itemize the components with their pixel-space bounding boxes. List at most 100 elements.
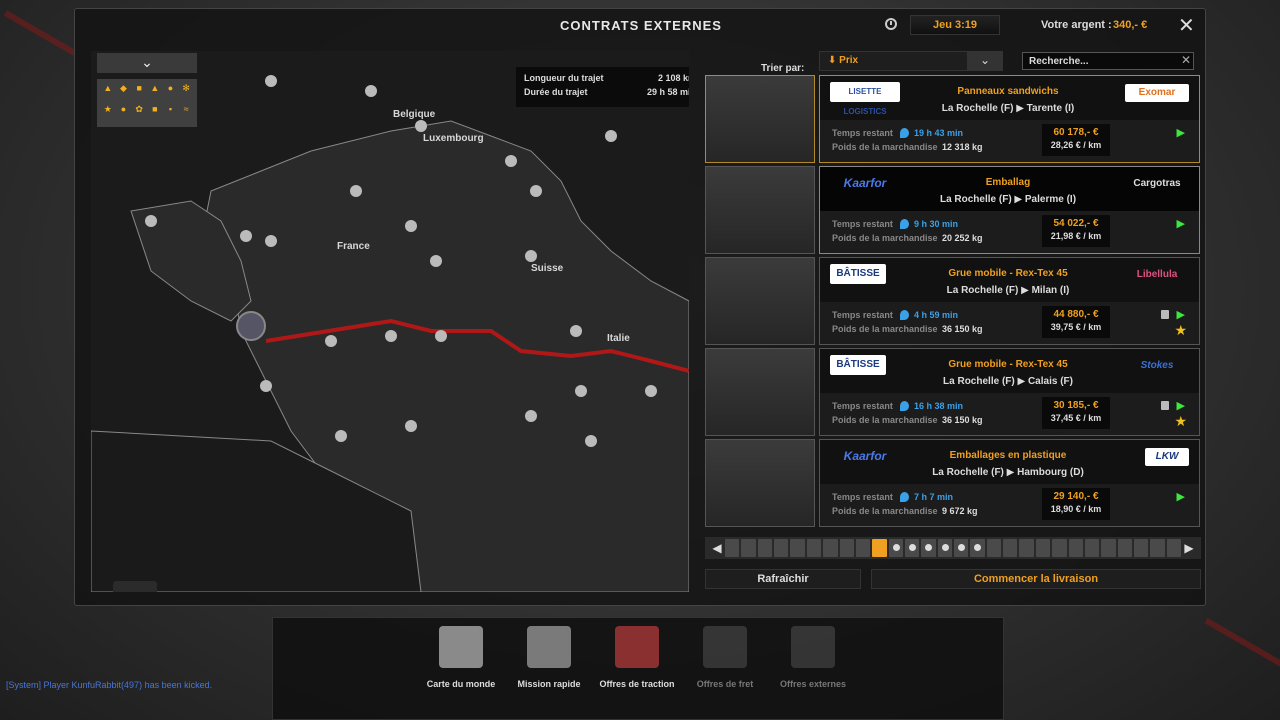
pager-cell[interactable] (1052, 539, 1067, 557)
dock-quick-job[interactable]: Mission rapide (509, 626, 589, 690)
map-legend[interactable]: ▲ ◆ ■ ▲ ● ✻ ★ ● ✿ ■ ▪ ≈ (97, 79, 197, 127)
close-button[interactable]: ✕ (1178, 13, 1195, 38)
pager-cell[interactable] (1101, 539, 1116, 557)
pager-cell[interactable] (774, 539, 789, 557)
pager-cell[interactable] (921, 539, 936, 557)
pager-cell[interactable] (1068, 539, 1083, 557)
map-mouse-controls[interactable]: ▯ ✥ (113, 581, 157, 592)
pager-cell[interactable] (1019, 539, 1034, 557)
pager-cell[interactable] (1035, 539, 1051, 557)
ferry-filter-icon[interactable]: ≈ (179, 104, 193, 123)
fuel-icon[interactable]: ▲ (101, 83, 115, 102)
pager-cell[interactable] (790, 539, 805, 557)
offer-price: 29 140,- € (1053, 491, 1099, 502)
map-label-suisse: Suisse (531, 263, 564, 274)
pager-cell[interactable] (904, 539, 920, 557)
trailer-thumbnail (705, 439, 815, 527)
time-left-value: 16 h 38 min (914, 401, 964, 411)
route-map[interactable]: Belgique Luxembourg France Suisse Italie… (91, 51, 689, 592)
pager-cell[interactable] (855, 539, 871, 557)
trailer-thumbnail (705, 257, 815, 345)
time-left-value: 7 h 7 min (914, 492, 954, 502)
offer-row[interactable]: Kaarfor Emballag La Rochelle (F) ▶ Paler… (705, 166, 1201, 254)
pager-cell[interactable] (1150, 539, 1165, 557)
offer-card[interactable]: BÂTISSE Grue mobile - Rex-Tex 45 La Roch… (819, 257, 1200, 345)
offer-card[interactable]: BÂTISSE Grue mobile - Rex-Tex 45 La Roch… (819, 348, 1200, 436)
pager-cells (725, 539, 1182, 557)
pager-cell[interactable] (725, 539, 740, 557)
company-logo-destination: LKW (1145, 448, 1189, 466)
parking-icon[interactable]: ● (164, 83, 178, 102)
money-label: Votre argent : (1041, 19, 1112, 31)
dock-cargo-market[interactable]: Offres de fret (685, 626, 765, 690)
offer-row[interactable]: LISETTE LOGISTICS Panneaux sandwichs La … (705, 75, 1201, 163)
offer-row[interactable]: BÂTISSE Grue mobile - Rex-Tex 45 La Roch… (705, 257, 1201, 345)
company-filter-icon[interactable]: ▪ (164, 104, 178, 123)
sort-label: Trier par: (761, 63, 805, 74)
cargo-name: Grue mobile - Rex-Tex 45 (948, 359, 1068, 370)
pager-cell[interactable] (1003, 539, 1018, 557)
pager-next-icon[interactable]: ▶ (1181, 541, 1197, 555)
trailer-thumbnail (705, 75, 815, 163)
timer-icon (900, 401, 909, 411)
gear-filter-icon[interactable]: ✿ (132, 104, 146, 123)
pager-cell[interactable] (1117, 539, 1132, 557)
offer-route: La Rochelle (F) ▶ Calais (F) (943, 376, 1073, 387)
truck-dealer-icon[interactable]: ■ (132, 83, 146, 102)
price-box: 30 185,- € 37,45 € / km (1042, 397, 1110, 429)
title-bar: CONTRATS EXTERNES Jeu 3:19 Votre argent … (75, 9, 1205, 43)
star-filter-icon[interactable]: ★ (101, 104, 115, 123)
pager-cell[interactable] (823, 539, 838, 557)
time-left-label: Temps restant (832, 401, 893, 411)
pager-cell[interactable] (806, 539, 822, 557)
offer-price-per-km: 18,90 € / km (1050, 504, 1102, 514)
europe-map-icon (439, 626, 483, 668)
start-delivery-button[interactable]: Commencer la livraison (871, 569, 1201, 589)
city-filter-icon[interactable]: ■ (148, 104, 162, 123)
route-duration-value: 29 h 58 min (646, 87, 689, 97)
offer-row[interactable]: Kaarfor Emballages en plastique La Roche… (705, 439, 1201, 527)
external-contracts-window: CONTRATS EXTERNES Jeu 3:19 Votre argent … (74, 8, 1206, 606)
pager-cell[interactable] (872, 539, 887, 557)
window-title: CONTRATS EXTERNES (560, 18, 722, 33)
offer-route: La Rochelle (F) ▶ Tarente (I) (941, 103, 1075, 114)
timer-icon (900, 219, 909, 229)
pager-cell[interactable] (757, 539, 773, 557)
money-value: 340,- € (1113, 19, 1148, 31)
dock-external-contracts[interactable]: Offres externes (773, 626, 853, 690)
offer-row[interactable]: BÂTISSE Grue mobile - Rex-Tex 45 La Roch… (705, 348, 1201, 436)
pager-cell[interactable] (888, 539, 903, 557)
dock-freight-market[interactable]: Offres de traction (597, 626, 677, 690)
system-log-line: [System] Player KunfuRabbit(497) has bee… (6, 680, 213, 690)
garage-icon[interactable]: ▲ (148, 83, 162, 102)
play-arrow-icon: ▶ (1176, 127, 1185, 139)
pager-cell[interactable] (1166, 539, 1182, 557)
pager-cell[interactable] (1084, 539, 1100, 557)
pager-cell[interactable] (839, 539, 854, 557)
clear-search-icon[interactable]: ✕ (1181, 53, 1191, 67)
offer-card[interactable]: Kaarfor Emballages en plastique La Roche… (819, 439, 1200, 527)
pager-cell[interactable] (986, 539, 1002, 557)
pager-cell[interactable] (741, 539, 756, 557)
pager-cell[interactable] (970, 539, 985, 557)
offer-card[interactable]: Kaarfor Emballag La Rochelle (F) ▶ Paler… (819, 166, 1200, 254)
pager-cell[interactable] (937, 539, 953, 557)
refresh-button[interactable]: Rafraîchir (705, 569, 861, 589)
search-input[interactable] (1022, 52, 1194, 70)
company-logo-destination: Stokes (1140, 360, 1174, 371)
route-duration-label: Durée du trajet (524, 87, 588, 97)
pager-prev-icon[interactable]: ◀ (709, 541, 725, 555)
legend-toggle-button[interactable]: ⌄ (97, 53, 197, 73)
chevron-down-icon[interactable]: ⌄ (967, 51, 1003, 71)
offer-route: La Rochelle (F) ▶ Milan (I) (946, 285, 1070, 296)
company-logo-source: BÂTISSE (830, 264, 886, 284)
drop-filter-icon[interactable]: ● (117, 104, 131, 123)
repair-icon[interactable]: ◆ (117, 83, 131, 102)
pager-cell[interactable] (1133, 539, 1149, 557)
weather-icon[interactable]: ✻ (179, 83, 193, 102)
price-box: 60 178,- € 28,26 € / km (1042, 124, 1110, 156)
pager-cell[interactable] (954, 539, 969, 557)
dock-world-map[interactable]: Carte du monde (421, 626, 501, 690)
offer-card[interactable]: LISETTE LOGISTICS Panneaux sandwichs La … (819, 75, 1200, 163)
clock-icon (885, 18, 897, 30)
